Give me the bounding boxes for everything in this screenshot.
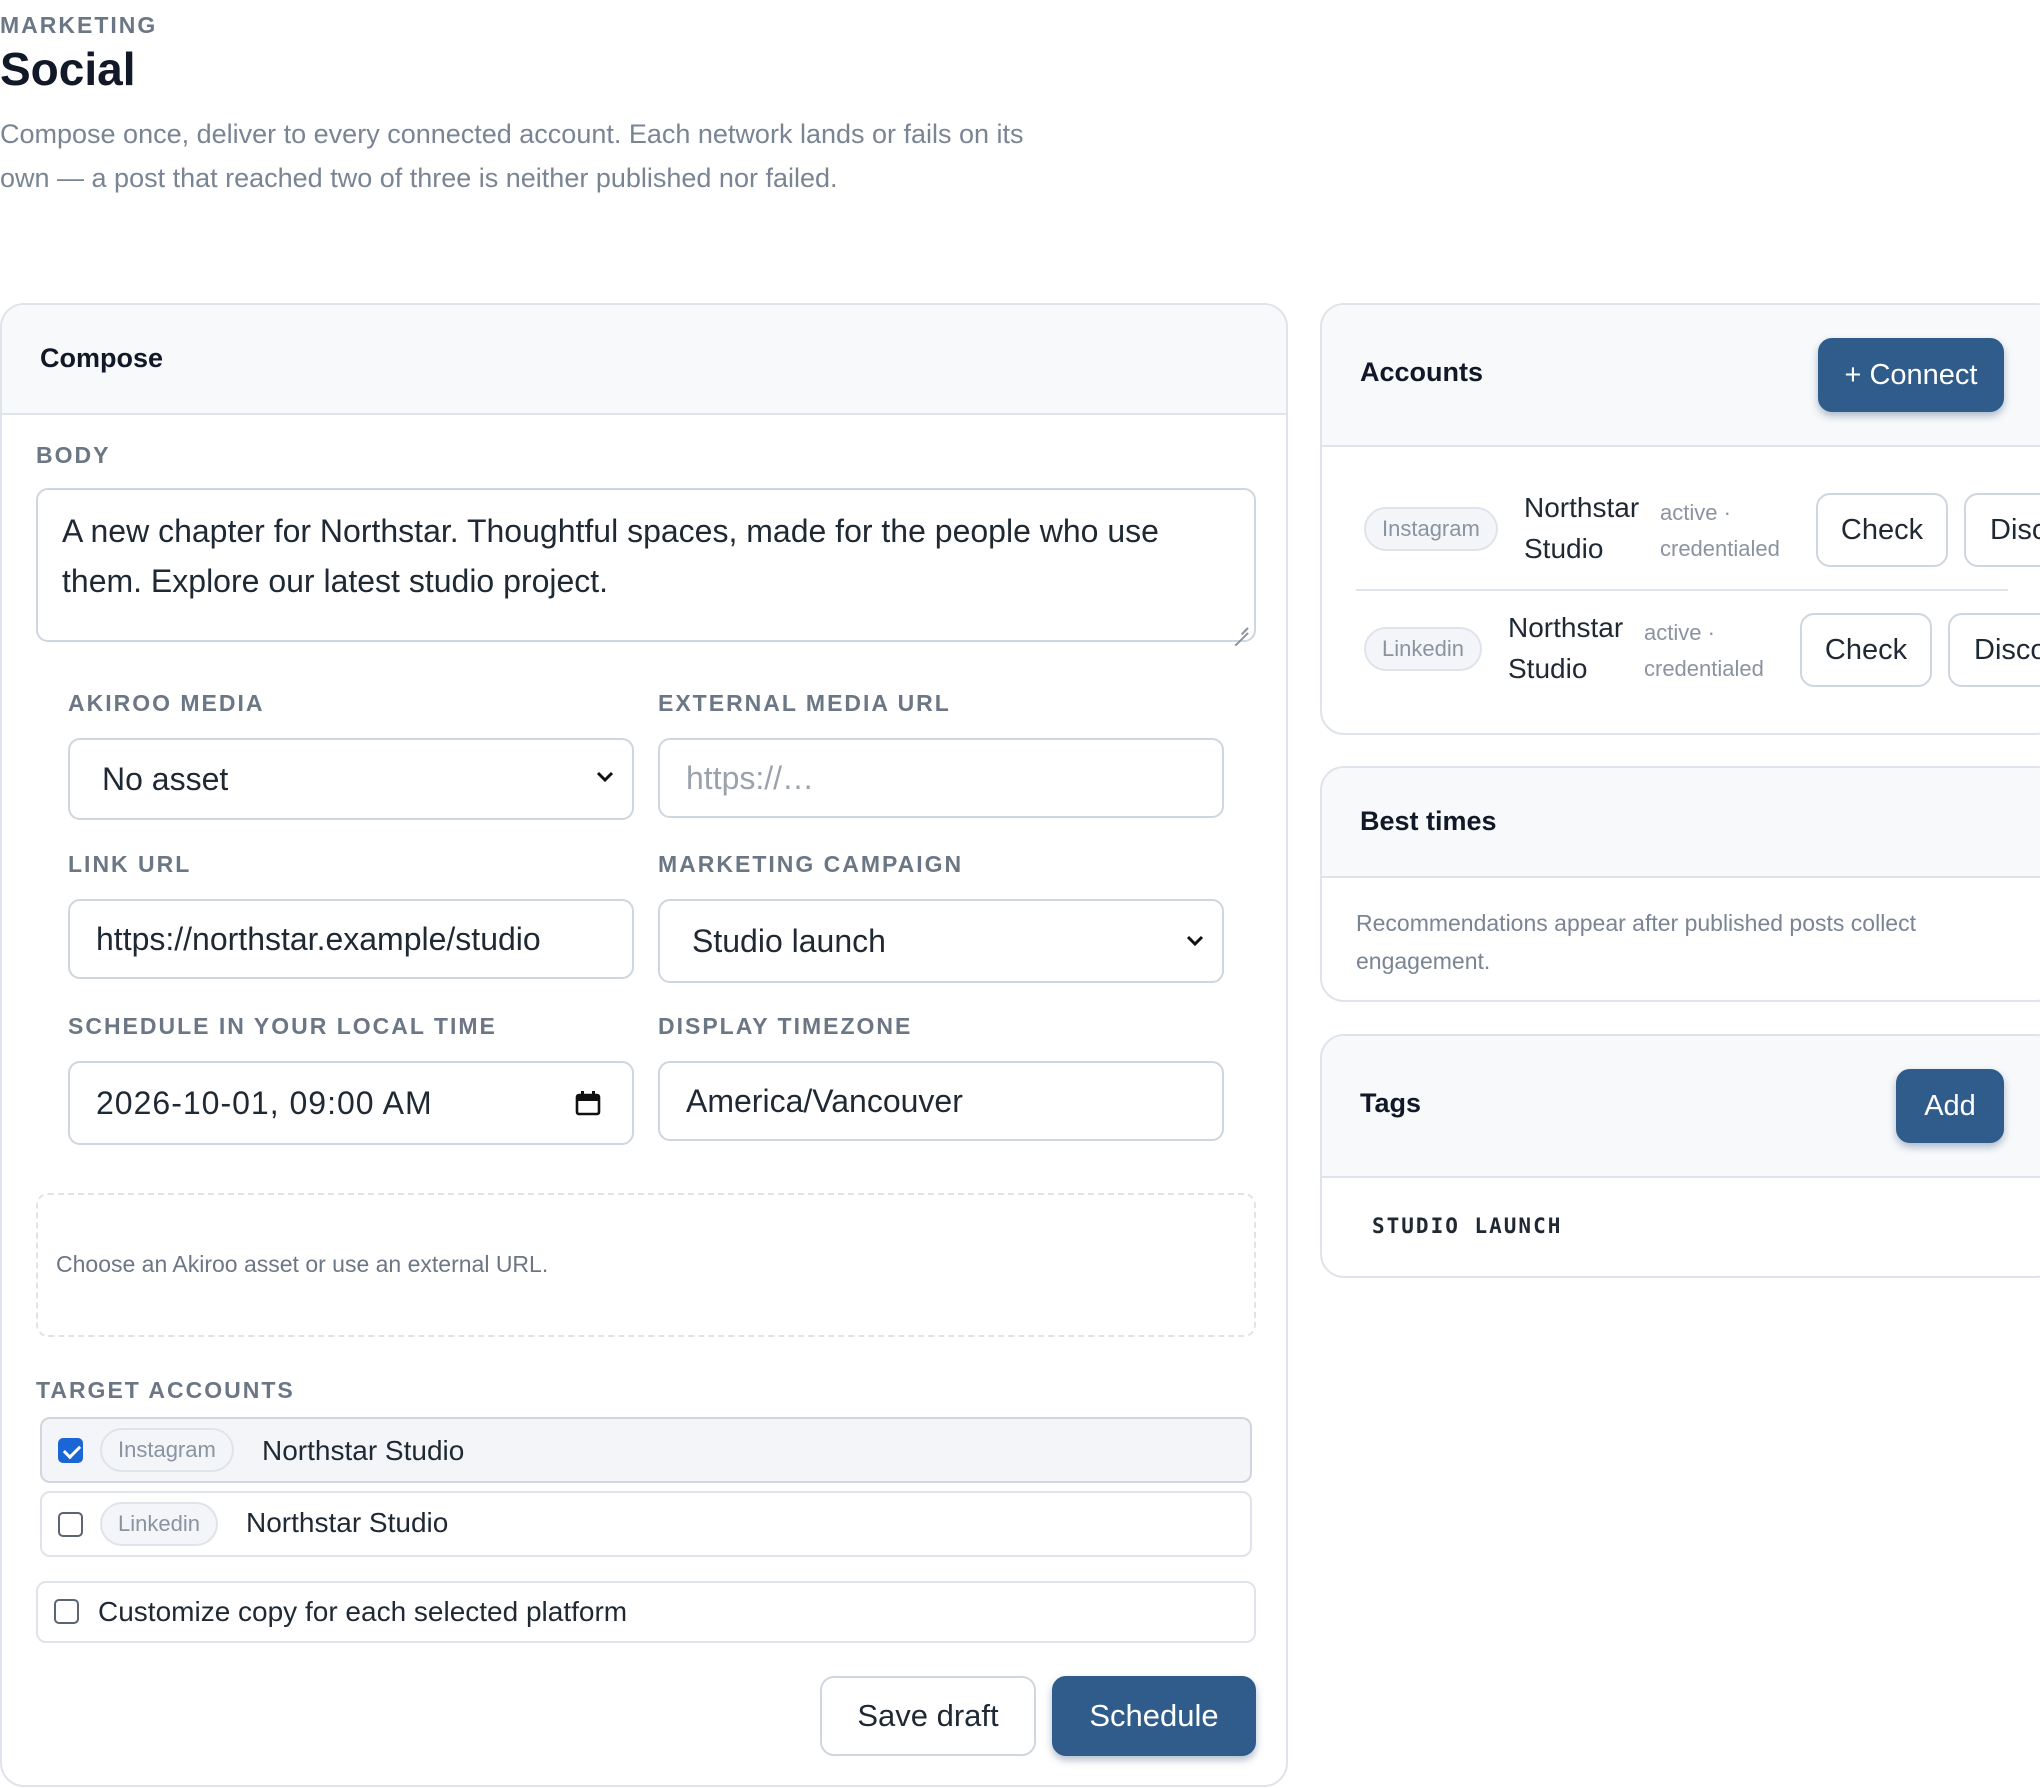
media-hint-text: Choose an Akiroo asset or use an externa… — [56, 1251, 549, 1277]
target-account-row-instagram[interactable]: Instagram Northstar Studio — [40, 1417, 1252, 1483]
external-url-placeholder: https://… — [686, 759, 815, 796]
target-account-checkbox[interactable] — [58, 1438, 83, 1463]
best-times-empty-text: Recommendations appear after published p… — [1356, 910, 1916, 974]
campaign-label: MARKETING CAMPAIGN — [658, 851, 964, 877]
account-status: active · credentialed — [1644, 620, 1764, 681]
body-textarea[interactable]: A new chapter for Northstar. Thoughtful … — [36, 488, 1256, 642]
account-status: active · credentialed — [1660, 500, 1780, 561]
compose-card-header: Compose — [2, 305, 1286, 415]
add-tag-button[interactable]: Add — [1896, 1069, 2004, 1143]
target-account-row-linkedin[interactable]: Linkedin Northstar Studio — [40, 1491, 1252, 1557]
link-url-label: LINK URL — [68, 851, 192, 877]
schedule-label: SCHEDULE IN YOUR LOCAL TIME — [68, 1013, 497, 1039]
page-description: Compose once, deliver to every connected… — [0, 119, 1024, 193]
check-account-button[interactable]: Check — [1800, 613, 1932, 687]
target-accounts-label: TARGET ACCOUNTS — [36, 1377, 295, 1403]
accounts-title: Accounts — [1360, 357, 1484, 387]
tags-card: Tags Add STUDIO LAUNCH — [1320, 1034, 2040, 1278]
media-select-value: No asset — [102, 760, 229, 797]
link-url-value: https://northstar.example/studio — [96, 920, 541, 957]
chevron-down-icon — [596, 771, 614, 783]
timezone-input[interactable]: America/Vancouver — [658, 1061, 1224, 1141]
body-label: BODY — [36, 442, 111, 468]
save-draft-button[interactable]: Save draft — [820, 1676, 1036, 1756]
best-times-card-header: Best times — [1322, 768, 2040, 878]
schedule-button[interactable]: Schedule — [1052, 1676, 1256, 1756]
media-preview-dropzone: Choose an Akiroo asset or use an externa… — [36, 1193, 1256, 1337]
schedule-datetime-input[interactable]: 2026-10-01, 09:00 AM — [68, 1061, 634, 1145]
target-account-checkbox[interactable] — [58, 1512, 83, 1537]
platform-badge: Linkedin — [1364, 627, 1482, 671]
best-times-card: Best times Recommendations appear after … — [1320, 766, 2040, 1002]
tags-card-header: Tags Add — [1322, 1036, 2040, 1178]
target-account-name: Northstar Studio — [246, 1507, 449, 1538]
best-times-title: Best times — [1360, 806, 1497, 836]
account-name: Northstar Studio — [1508, 612, 1624, 684]
calendar-icon[interactable] — [574, 1089, 602, 1117]
media-label: AKIROO MEDIA — [68, 690, 265, 716]
page-title: Social — [0, 43, 136, 95]
external-url-input[interactable]: https://… — [658, 738, 1224, 818]
page-eyebrow: MARKETING — [0, 12, 158, 38]
timezone-value: America/Vancouver — [686, 1082, 963, 1119]
platform-badge: Instagram — [1364, 507, 1498, 551]
compose-title: Compose — [40, 343, 164, 373]
account-name: Northstar Studio — [1524, 492, 1640, 564]
campaign-select-value: Studio launch — [692, 922, 886, 959]
disconnect-account-button[interactable]: Disconnect — [1948, 613, 2040, 687]
campaign-select[interactable]: Studio launch — [658, 899, 1224, 983]
link-url-input[interactable]: https://northstar.example/studio — [68, 899, 634, 979]
target-account-name: Northstar Studio — [262, 1435, 465, 1466]
customize-copy-checkbox[interactable] — [54, 1599, 79, 1624]
media-select[interactable]: No asset — [68, 738, 634, 820]
accounts-divider — [1356, 589, 2008, 591]
chevron-down-icon — [1186, 935, 1204, 947]
body-text: A new chapter for Northstar. Thoughtful … — [62, 513, 1159, 599]
compose-card: Compose BODY A new chapter for Northstar… — [0, 303, 1288, 1787]
customize-copy-row[interactable]: Customize copy for each selected platfor… — [36, 1581, 1256, 1643]
timezone-label: DISPLAY TIMEZONE — [658, 1013, 913, 1039]
resize-grip-icon[interactable] — [1234, 620, 1250, 636]
platform-badge: Instagram — [100, 1428, 234, 1472]
disconnect-account-button[interactable]: Disconnect — [1964, 493, 2040, 567]
accounts-card-header: Accounts + Connect — [1322, 305, 2040, 447]
accounts-card: Accounts + Connect Instagram Northstar S… — [1320, 303, 2040, 735]
check-account-button[interactable]: Check — [1816, 493, 1948, 567]
customize-copy-label: Customize copy for each selected platfor… — [98, 1596, 628, 1627]
platform-badge: Linkedin — [100, 1502, 218, 1546]
tag-item[interactable]: STUDIO LAUNCH — [1372, 1214, 1562, 1238]
connect-account-button[interactable]: + Connect — [1818, 338, 2004, 412]
schedule-datetime-value: 2026-10-01, 09:00 AM — [96, 1084, 433, 1121]
tags-title: Tags — [1360, 1088, 1422, 1118]
external-url-label: EXTERNAL MEDIA URL — [658, 690, 951, 716]
